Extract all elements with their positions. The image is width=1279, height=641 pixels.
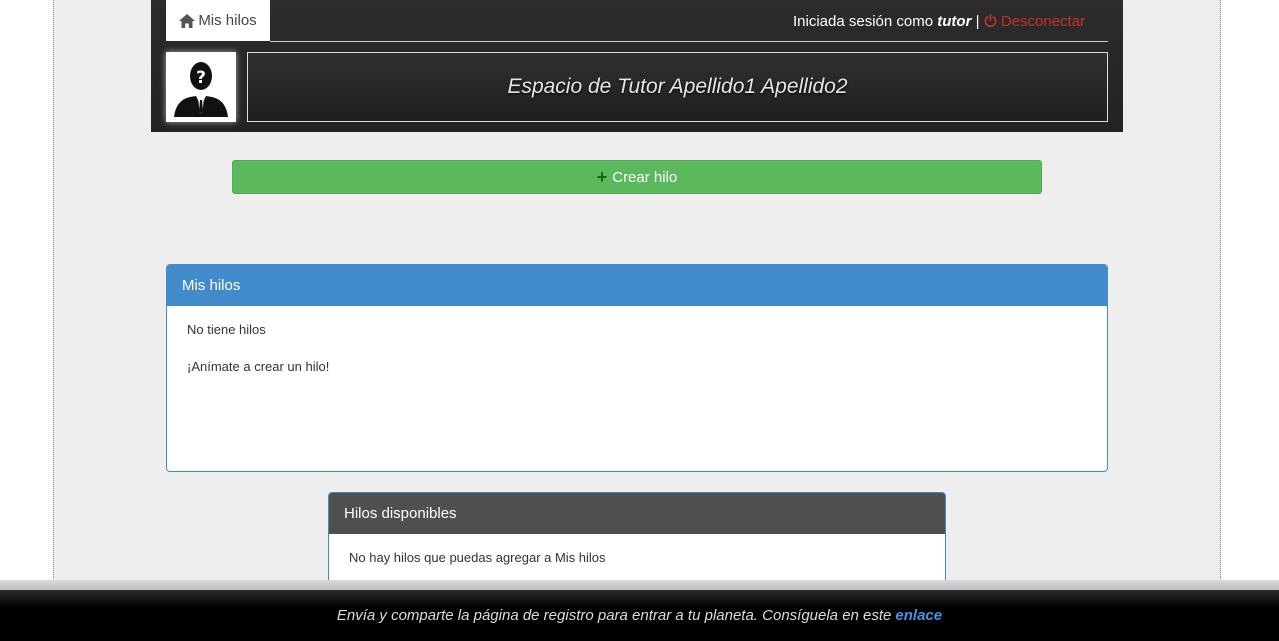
username: tutor xyxy=(937,13,972,30)
my-threads-body: No tiene hilos ¡Anímate a crear un hilo! xyxy=(167,306,1107,412)
create-thread-button[interactable]: + Crear hilo xyxy=(232,160,1042,194)
session-prefix: Iniciada sesión como xyxy=(793,13,934,30)
session-separator: | xyxy=(975,13,980,30)
no-available-threads-text: No hay hilos que puedas agregar a Mis hi… xyxy=(349,550,606,565)
no-threads-text: No tiene hilos xyxy=(187,322,266,337)
session-info: Iniciada sesión como tutor | Desconectar xyxy=(793,13,1085,30)
footer-text: Envía y comparte la página de registro p… xyxy=(336,607,892,624)
footer-link[interactable]: enlace xyxy=(895,607,942,624)
create-thread-label: Crear hilo xyxy=(612,168,678,186)
power-icon xyxy=(984,13,997,28)
my-threads-heading: Mis hilos xyxy=(167,265,1107,306)
available-threads-heading: Hilos disponibles xyxy=(329,493,945,534)
tab-mis-hilos[interactable]: Mis hilos xyxy=(166,0,270,41)
encourage-text: ¡Anímate a crear un hilo! xyxy=(187,359,330,374)
my-threads-panel: Mis hilos No tiene hilos ¡Anímate a crea… xyxy=(166,264,1108,472)
user-silhouette-icon: ? xyxy=(168,54,234,120)
avatar: ? xyxy=(166,52,236,122)
logout-label: Desconectar xyxy=(1000,13,1086,30)
plus-icon: + xyxy=(596,167,608,187)
home-icon xyxy=(179,13,196,28)
svg-text:?: ? xyxy=(196,68,206,88)
tab-label: Mis hilos xyxy=(198,12,257,29)
page-title: Espacio de Tutor Apellido1 Apellido2 xyxy=(247,52,1108,122)
header-divider xyxy=(270,41,1108,42)
footer-bar: Envía y comparte la página de registro p… xyxy=(0,590,1279,641)
logout-link[interactable]: Desconectar xyxy=(984,13,1085,30)
